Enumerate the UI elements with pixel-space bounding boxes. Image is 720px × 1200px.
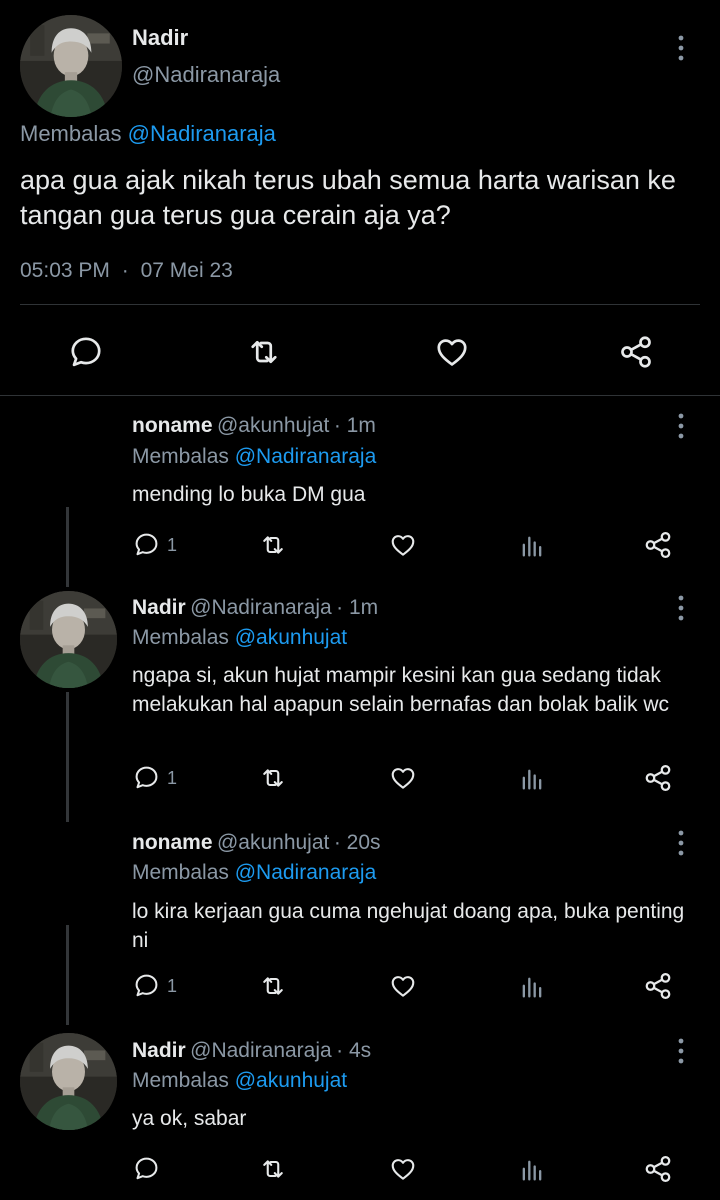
tweet-text: apa gua ajak nikah terus ubah semua hart…	[20, 165, 676, 230]
thread-line	[66, 692, 69, 822]
tweet-time[interactable]: · 1m	[334, 414, 376, 437]
retweet-icon[interactable]	[258, 972, 288, 1000]
tweet-timestamp[interactable]: 05:03 PM · 07 Mei 23	[20, 259, 233, 283]
more-vertical-icon[interactable]	[669, 828, 693, 858]
author-name[interactable]: Nadir	[132, 1039, 186, 1062]
analytics-icon[interactable]	[518, 532, 546, 560]
replying-to-label: Membalas	[20, 121, 122, 146]
reply-count: 1	[167, 768, 178, 788]
replying-to-handle[interactable]: @akunhujat	[235, 1069, 347, 1092]
reply-header: Nadir @Nadiranaraja · 4s	[132, 1039, 371, 1063]
tweet-time[interactable]: · 20s	[334, 831, 381, 854]
retweet-icon[interactable]	[258, 764, 288, 792]
reply-header: noname @akunhujat · 20s	[132, 831, 381, 855]
heart-icon[interactable]	[434, 334, 470, 370]
replying-to-label: Membalas	[132, 626, 229, 649]
replying-to-handle[interactable]: @akunhujat	[235, 626, 347, 649]
reply-header: noname @akunhujat · 1m	[132, 414, 376, 438]
author-name[interactable]: Nadir	[132, 596, 186, 619]
replying-to-label: Membalas	[132, 861, 229, 884]
retweet-icon[interactable]	[258, 531, 288, 559]
heart-icon[interactable]	[388, 972, 418, 1000]
replying-to-label: Membalas	[132, 445, 229, 468]
share-icon[interactable]	[618, 334, 654, 370]
tweet-text: lo kira kerjaan gua cuma ngehujat doang …	[132, 900, 685, 952]
author-handle[interactable]: @Nadiranaraja	[132, 62, 280, 88]
tweet-text: mending lo buka DM gua	[132, 483, 366, 506]
author-handle[interactable]: @akunhujat	[217, 831, 329, 854]
avatar[interactable]	[20, 15, 122, 117]
analytics-icon[interactable]	[518, 973, 546, 1001]
replying-to: Membalas @Nadiranaraja	[132, 861, 376, 885]
thread-line	[66, 925, 69, 1025]
comment-icon[interactable]	[133, 972, 160, 999]
divider	[0, 395, 720, 396]
more-vertical-icon[interactable]	[669, 1036, 693, 1066]
replying-to: Membalas @akunhujat	[132, 1069, 347, 1093]
more-vertical-icon[interactable]	[669, 33, 693, 63]
avatar[interactable]	[20, 1033, 117, 1130]
share-icon[interactable]	[643, 1154, 673, 1184]
author-name[interactable]: Nadir	[132, 25, 188, 51]
heart-icon[interactable]	[388, 764, 418, 792]
tweet-text: ngapa si, akun hujat mampir kesini kan g…	[132, 664, 670, 716]
tweet-time: 05:03 PM	[20, 259, 110, 282]
tweet-date: 07 Mei 23	[140, 259, 233, 282]
tweet-text: ya ok, sabar	[132, 1107, 247, 1130]
replying-to-handle[interactable]: @Nadiranaraja	[235, 445, 377, 468]
share-icon[interactable]	[643, 763, 673, 793]
more-vertical-icon[interactable]	[669, 411, 693, 441]
avatar[interactable]	[20, 591, 117, 688]
analytics-icon[interactable]	[518, 1156, 546, 1184]
comment-icon[interactable]	[133, 531, 160, 558]
retweet-icon[interactable]	[246, 334, 282, 370]
more-vertical-icon[interactable]	[669, 593, 693, 623]
divider	[20, 304, 700, 305]
tweet-time[interactable]: · 4s	[336, 1039, 371, 1062]
reply-count: 1	[167, 976, 178, 996]
dot-separator: ·	[121, 259, 129, 282]
replying-to-label: Membalas	[132, 1069, 229, 1092]
reply-header: Nadir @Nadiranaraja · 1m	[132, 596, 378, 620]
tweet-time[interactable]: · 1m	[336, 596, 378, 619]
heart-icon[interactable]	[388, 1155, 418, 1183]
author-name[interactable]: noname	[132, 414, 213, 437]
comment-icon[interactable]	[68, 334, 104, 370]
author-handle[interactable]: @akunhujat	[217, 414, 329, 437]
share-icon[interactable]	[643, 530, 673, 560]
share-icon[interactable]	[643, 971, 673, 1001]
replying-to: Membalas @Nadiranaraja	[132, 445, 376, 469]
author-name[interactable]: noname	[132, 831, 213, 854]
replying-to: Membalas @akunhujat	[132, 626, 347, 650]
heart-icon[interactable]	[388, 531, 418, 559]
replying-to-handle[interactable]: @Nadiranaraja	[235, 861, 377, 884]
author-handle[interactable]: @Nadiranaraja	[190, 1039, 332, 1062]
reply-count: 1	[167, 535, 178, 555]
author-handle[interactable]: @Nadiranaraja	[190, 596, 332, 619]
analytics-icon[interactable]	[518, 765, 546, 793]
comment-icon[interactable]	[133, 764, 160, 791]
comment-icon[interactable]	[133, 1155, 160, 1182]
thread-line	[66, 507, 69, 587]
retweet-icon[interactable]	[258, 1155, 288, 1183]
replying-to-handle[interactable]: @Nadiranaraja	[128, 121, 276, 146]
replying-to: Membalas @Nadiranaraja	[20, 121, 276, 147]
